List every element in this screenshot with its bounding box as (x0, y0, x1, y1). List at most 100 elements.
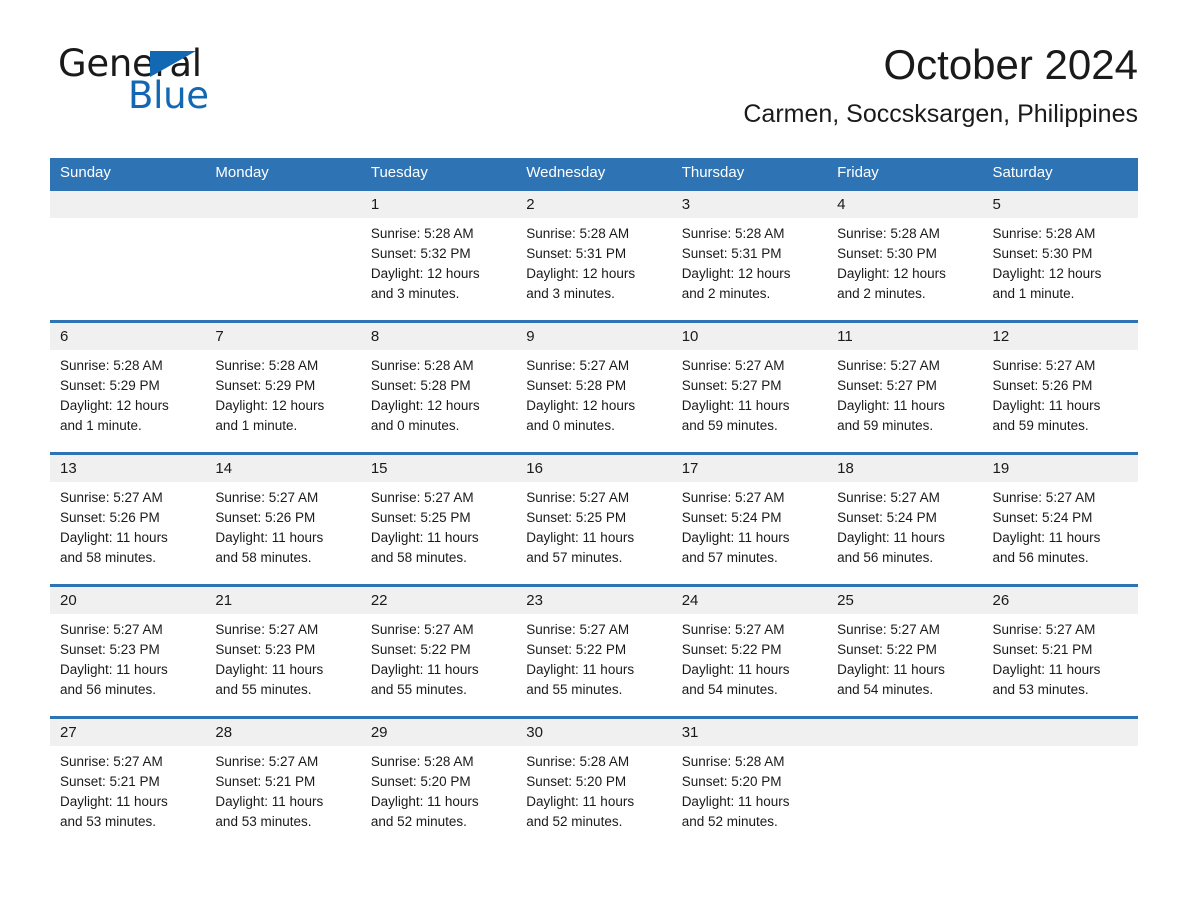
day-sun-info: Sunrise: 5:28 AM Sunset: 5:29 PM Dayligh… (215, 358, 325, 433)
day-number: 1 (360, 191, 517, 218)
day-sun-info: Sunrise: 5:27 AM Sunset: 5:22 PM Dayligh… (681, 622, 790, 697)
day-sun-info: Sunrise: 5:27 AM Sunset: 5:21 PM Dayligh… (60, 754, 168, 829)
day-number: 15 (360, 455, 517, 482)
day-sun-info: Sunrise: 5:27 AM Sunset: 5:25 PM Dayligh… (526, 490, 635, 565)
day-number: 21 (205, 587, 361, 614)
location-subtitle: Carmen, Soccsksargen, Philippines (743, 100, 1138, 129)
day-number: 24 (671, 587, 828, 614)
day-sun-info: Sunrise: 5:27 AM Sunset: 5:21 PM Dayligh… (992, 622, 1101, 697)
day-number: 8 (360, 323, 517, 350)
day-sun-info (50, 218, 205, 224)
day-sun-info: Sunrise: 5:27 AM Sunset: 5:25 PM Dayligh… (370, 490, 479, 565)
day-number: 5 (982, 191, 1138, 218)
day-number: 4 (827, 191, 983, 218)
day-sun-info: Sunrise: 5:27 AM Sunset: 5:27 PM Dayligh… (837, 358, 945, 433)
calendar-day-cell[interactable]: 6 Sunrise: 5:28 AM Sunset: 5:29 PM Dayli… (50, 323, 206, 452)
weekday-header-sunday: Sunday (60, 164, 111, 181)
day-number: 6 (50, 323, 206, 350)
calendar-day-cell[interactable]: 14 Sunrise: 5:27 AM Sunset: 5:26 PM Dayl… (205, 455, 361, 584)
calendar-week-row: 20 Sunrise: 5:27 AM Sunset: 5:23 PM Dayl… (50, 584, 1138, 716)
day-number: 12 (982, 323, 1138, 350)
day-sun-info: Sunrise: 5:28 AM Sunset: 5:29 PM Dayligh… (60, 358, 169, 433)
day-sun-info: Sunrise: 5:27 AM Sunset: 5:22 PM Dayligh… (837, 622, 945, 697)
calendar-day-cell[interactable]: 15 Sunrise: 5:27 AM Sunset: 5:25 PM Dayl… (360, 455, 517, 584)
day-sun-info: Sunrise: 5:28 AM Sunset: 5:31 PM Dayligh… (681, 226, 791, 301)
day-number: 18 (827, 455, 983, 482)
day-number: 27 (50, 719, 206, 746)
calendar-day-cell[interactable]: 21 Sunrise: 5:27 AM Sunset: 5:23 PM Dayl… (205, 587, 361, 716)
calendar-day-cell[interactable]: 4 Sunrise: 5:28 AM Sunset: 5:30 PM Dayli… (827, 191, 983, 320)
page-title: October 2024 (883, 41, 1138, 88)
day-number: 7 (205, 323, 361, 350)
day-number: 31 (671, 719, 828, 746)
calendar-day-cell[interactable]: 25 Sunrise: 5:27 AM Sunset: 5:22 PM Dayl… (827, 587, 983, 716)
day-number: 11 (827, 323, 983, 350)
calendar-day-cell[interactable]: 9 Sunrise: 5:27 AM Sunset: 5:28 PM Dayli… (516, 323, 672, 452)
calendar-day-cell[interactable]: 27 Sunrise: 5:27 AM Sunset: 5:21 PM Dayl… (50, 719, 206, 848)
day-sun-info: Sunrise: 5:28 AM Sunset: 5:28 PM Dayligh… (370, 358, 480, 433)
calendar-day-cell[interactable]: 11 Sunrise: 5:27 AM Sunset: 5:27 PM Dayl… (827, 323, 983, 452)
calendar-day-cell[interactable]: 28 Sunrise: 5:27 AM Sunset: 5:21 PM Dayl… (205, 719, 361, 848)
day-sun-info: Sunrise: 5:28 AM Sunset: 5:20 PM Dayligh… (526, 754, 635, 829)
day-sun-info: Sunrise: 5:27 AM Sunset: 5:22 PM Dayligh… (370, 622, 479, 697)
day-number: 25 (827, 587, 983, 614)
day-number: 2 (516, 191, 672, 218)
page-header: General Blue October 2024 Carmen, Soccsk… (50, 0, 1138, 128)
day-sun-info: Sunrise: 5:27 AM Sunset: 5:24 PM Dayligh… (681, 490, 790, 565)
weekday-header-row: Sunday Monday Tuesday Wednesday Thursday… (50, 158, 1138, 188)
calendar-day-cell[interactable]: 10 Sunrise: 5:27 AM Sunset: 5:27 PM Dayl… (671, 323, 828, 452)
day-sun-info: Sunrise: 5:28 AM Sunset: 5:31 PM Dayligh… (526, 226, 636, 301)
calendar-day-cell[interactable] (827, 719, 983, 848)
calendar-day-cell[interactable]: 18 Sunrise: 5:27 AM Sunset: 5:24 PM Dayl… (827, 455, 983, 584)
calendar-day-cell[interactable]: 24 Sunrise: 5:27 AM Sunset: 5:22 PM Dayl… (671, 587, 828, 716)
day-sun-info (827, 746, 982, 752)
weekday-header-thursday: Thursday (681, 164, 745, 181)
calendar-day-cell[interactable]: 1 Sunrise: 5:28 AM Sunset: 5:32 PM Dayli… (360, 191, 517, 320)
day-sun-info: Sunrise: 5:27 AM Sunset: 5:23 PM Dayligh… (60, 622, 168, 697)
calendar-day-cell[interactable]: 29 Sunrise: 5:28 AM Sunset: 5:20 PM Dayl… (360, 719, 517, 848)
brand-name-blue: Blue (128, 74, 209, 117)
calendar-day-cell[interactable] (205, 191, 361, 320)
calendar-day-cell[interactable] (50, 191, 206, 320)
calendar-day-cell[interactable]: 12 Sunrise: 5:27 AM Sunset: 5:26 PM Dayl… (982, 323, 1138, 452)
calendar-day-cell[interactable]: 16 Sunrise: 5:27 AM Sunset: 5:25 PM Dayl… (516, 455, 672, 584)
calendar-day-cell[interactable]: 5 Sunrise: 5:28 AM Sunset: 5:30 PM Dayli… (982, 191, 1138, 320)
calendar-grid: Sunday Monday Tuesday Wednesday Thursday… (50, 158, 1138, 848)
calendar-day-cell[interactable]: 31 Sunrise: 5:28 AM Sunset: 5:20 PM Dayl… (671, 719, 828, 848)
day-number: 14 (205, 455, 361, 482)
calendar-day-cell[interactable]: 3 Sunrise: 5:28 AM Sunset: 5:31 PM Dayli… (671, 191, 828, 320)
calendar-day-cell[interactable]: 17 Sunrise: 5:27 AM Sunset: 5:24 PM Dayl… (671, 455, 828, 584)
calendar-day-cell[interactable]: 23 Sunrise: 5:27 AM Sunset: 5:22 PM Dayl… (516, 587, 672, 716)
day-number: 10 (671, 323, 828, 350)
day-number: 17 (671, 455, 828, 482)
day-sun-info: Sunrise: 5:28 AM Sunset: 5:32 PM Dayligh… (370, 226, 480, 301)
calendar-day-cell[interactable]: 30 Sunrise: 5:28 AM Sunset: 5:20 PM Dayl… (516, 719, 672, 848)
day-sun-info: Sunrise: 5:27 AM Sunset: 5:24 PM Dayligh… (837, 490, 945, 565)
day-sun-info: Sunrise: 5:27 AM Sunset: 5:27 PM Dayligh… (681, 358, 790, 433)
day-sun-info: Sunrise: 5:27 AM Sunset: 5:26 PM Dayligh… (60, 490, 168, 565)
calendar-day-cell[interactable]: 8 Sunrise: 5:28 AM Sunset: 5:28 PM Dayli… (360, 323, 517, 452)
calendar-week-row: 1 Sunrise: 5:28 AM Sunset: 5:32 PM Dayli… (50, 188, 1138, 320)
day-number: 3 (671, 191, 828, 218)
calendar-day-cell[interactable]: 7 Sunrise: 5:28 AM Sunset: 5:29 PM Dayli… (205, 323, 361, 452)
calendar-page: General Blue October 2024 Carmen, Soccsk… (0, 0, 1188, 918)
day-number: 13 (50, 455, 206, 482)
calendar-day-cell[interactable]: 22 Sunrise: 5:27 AM Sunset: 5:22 PM Dayl… (360, 587, 517, 716)
calendar-day-cell[interactable]: 2 Sunrise: 5:28 AM Sunset: 5:31 PM Dayli… (516, 191, 672, 320)
day-sun-info: Sunrise: 5:28 AM Sunset: 5:30 PM Dayligh… (837, 226, 946, 301)
calendar-day-cell[interactable]: 19 Sunrise: 5:27 AM Sunset: 5:24 PM Dayl… (982, 455, 1138, 584)
day-sun-info (205, 218, 360, 224)
day-sun-info: Sunrise: 5:28 AM Sunset: 5:20 PM Dayligh… (681, 754, 790, 829)
day-number: 20 (50, 587, 206, 614)
day-sun-info: Sunrise: 5:28 AM Sunset: 5:20 PM Dayligh… (370, 754, 479, 829)
day-sun-info: Sunrise: 5:27 AM Sunset: 5:24 PM Dayligh… (992, 490, 1101, 565)
day-number (50, 191, 206, 218)
calendar-day-cell[interactable]: 13 Sunrise: 5:27 AM Sunset: 5:26 PM Dayl… (50, 455, 206, 584)
day-sun-info: Sunrise: 5:27 AM Sunset: 5:23 PM Dayligh… (215, 622, 324, 697)
weekday-header-saturday: Saturday (992, 164, 1053, 181)
calendar-day-cell[interactable]: 26 Sunrise: 5:27 AM Sunset: 5:21 PM Dayl… (982, 587, 1138, 716)
calendar-day-cell[interactable]: 20 Sunrise: 5:27 AM Sunset: 5:23 PM Dayl… (50, 587, 206, 716)
day-sun-info: Sunrise: 5:27 AM Sunset: 5:22 PM Dayligh… (526, 622, 635, 697)
calendar-day-cell[interactable] (982, 719, 1138, 848)
general-blue-logo[interactable]: General Blue (58, 45, 278, 115)
